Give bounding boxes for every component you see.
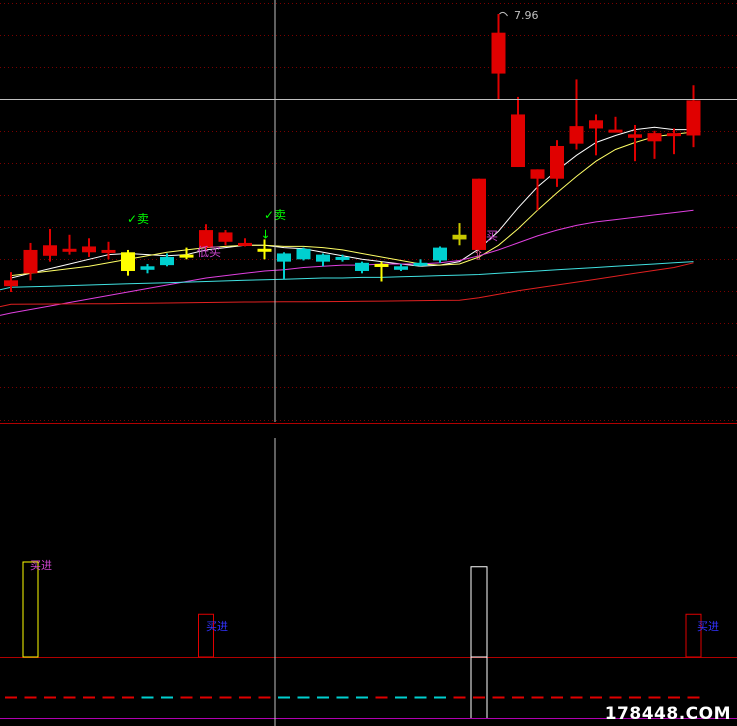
candlestick <box>238 238 252 247</box>
candlestick <box>686 85 701 148</box>
candlestick <box>257 239 272 260</box>
candle-body <box>140 266 155 270</box>
candle-body <box>667 133 681 137</box>
moving-average-line <box>10 126 694 279</box>
candle-body <box>316 254 330 262</box>
candlestick <box>628 124 642 162</box>
candle-body <box>43 245 57 256</box>
candle-body <box>4 280 18 287</box>
candle-body <box>179 254 194 258</box>
candlestick <box>43 228 57 262</box>
grid <box>0 3 737 719</box>
candlestick <box>121 249 135 276</box>
candle-body <box>394 266 408 270</box>
candle-body <box>472 178 486 250</box>
candlestick <box>140 263 155 274</box>
candlestick <box>335 254 350 262</box>
candlestick <box>296 247 311 261</box>
candle-body <box>647 133 662 142</box>
buy-in-signal-label: 买进 <box>697 620 719 633</box>
candlestick <box>608 116 623 133</box>
candlestick <box>511 96 525 168</box>
candle-body <box>511 114 525 168</box>
site-watermark: 178448.COM <box>604 704 731 724</box>
candle-body <box>277 253 291 262</box>
candle-body <box>491 32 506 74</box>
candle-body <box>160 256 174 266</box>
candle-body <box>550 145 564 179</box>
candle-body <box>686 100 701 136</box>
moving-average-lines <box>0 126 694 316</box>
candlestick <box>647 130 662 159</box>
candle-body <box>257 248 272 252</box>
candle-body <box>452 234 467 240</box>
signal-bar <box>22 561 39 658</box>
candlestick <box>569 79 584 150</box>
candlestick <box>101 241 116 260</box>
candlestick <box>433 246 447 263</box>
candlestick <box>82 238 96 257</box>
candlestick <box>491 14 506 100</box>
candle-body <box>23 249 38 274</box>
candlestick <box>530 169 545 211</box>
candlestick <box>62 234 77 255</box>
sell-signal-label: ✓卖 <box>127 212 149 226</box>
candle-body <box>608 129 623 133</box>
candle-body <box>121 252 135 271</box>
candle-body <box>374 263 389 267</box>
buy-arrow-icon: ⇧ <box>473 248 484 263</box>
moving-average-line <box>0 261 694 291</box>
candle-body <box>413 262 428 266</box>
buy-signal-label: 买 <box>486 229 498 243</box>
sell-arrow-icon: ↓ <box>261 227 271 241</box>
candle-body <box>569 126 584 144</box>
candle-body <box>589 120 603 129</box>
candle-body <box>101 249 116 253</box>
candle-body <box>355 262 369 271</box>
candle-body <box>433 247 447 261</box>
candlestick <box>413 259 428 267</box>
candlestick <box>355 261 369 274</box>
candlestick <box>452 223 467 246</box>
high-price-marker <box>499 11 508 17</box>
candlestick-series: ↓⇧ <box>4 11 701 292</box>
stock-chart: ↓⇧ 7.96 ✓卖 ✓卖 低买 买 买进 买进 买进 <box>0 0 737 726</box>
high-price-label: 7.96 <box>514 9 539 22</box>
candle-body <box>530 169 545 179</box>
candle-body <box>238 242 252 246</box>
buy-in-signal-label: 买进 <box>206 620 228 633</box>
signal-panel <box>5 561 702 718</box>
low-buy-signal-label: 低买 <box>197 245 221 259</box>
candle-body <box>218 232 233 242</box>
candle-body <box>296 248 311 260</box>
candlestick <box>374 261 389 282</box>
candlestick <box>277 252 291 280</box>
candlestick <box>667 128 681 155</box>
candle-body <box>335 256 350 260</box>
moving-average-line <box>0 209 694 316</box>
candle-body <box>62 248 77 252</box>
candlestick <box>550 140 564 187</box>
candlestick <box>472 178 486 250</box>
buy-in-signal-label: 买进 <box>30 559 52 572</box>
candle-body <box>82 246 96 253</box>
candlestick <box>589 114 603 156</box>
candle-body <box>628 134 642 138</box>
signal-bar <box>470 566 488 658</box>
candlestick <box>218 230 233 246</box>
candlestick <box>316 253 330 267</box>
